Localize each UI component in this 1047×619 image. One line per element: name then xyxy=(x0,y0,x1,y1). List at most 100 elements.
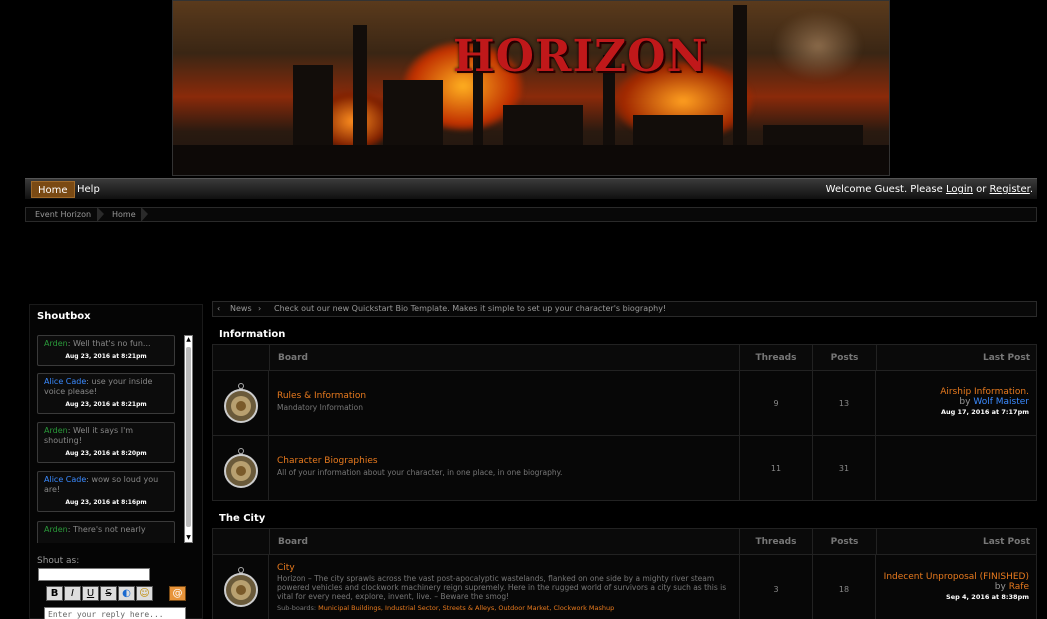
underline-button[interactable]: U xyxy=(82,586,99,601)
shout-author[interactable]: Arden xyxy=(44,426,68,435)
last-post: Indecent Unproposal (FINISHED) by Rafe S… xyxy=(884,572,1029,601)
shout-name-input[interactable] xyxy=(38,568,150,581)
pocket-watch-icon xyxy=(224,383,258,423)
shout-item: Arden: Well that's no fun... Aug 23, 201… xyxy=(37,335,175,366)
shout-list: Arden: Well that's no fun... Aug 23, 201… xyxy=(36,333,186,543)
emoticon-icon[interactable]: ☺ xyxy=(136,586,153,601)
news-prev-icon[interactable]: ‹ xyxy=(217,302,220,316)
strikethrough-button[interactable]: S xyxy=(100,586,117,601)
board-description: Mandatory Information xyxy=(277,403,364,412)
login-link[interactable]: Login xyxy=(946,184,973,195)
post-count: 31 xyxy=(812,436,876,501)
scrollbar-thumb[interactable] xyxy=(186,347,191,527)
shoutbox-title: Shoutbox xyxy=(37,311,91,322)
sub-boards-label: Sub-boards: xyxy=(277,604,317,612)
shout-reply-input[interactable]: Enter your reply here... xyxy=(44,607,186,619)
board-row: City Horizon – The city sprawls across t… xyxy=(213,555,1036,619)
header-banner: HORIZON xyxy=(172,0,890,176)
header-last-post: Last Post xyxy=(876,529,1036,555)
post-count: 13 xyxy=(812,371,876,435)
board-icon-cell xyxy=(213,555,269,619)
pocket-watch-icon xyxy=(224,448,258,488)
board-icon-cell xyxy=(213,371,269,435)
last-post-title[interactable]: Airship Information. xyxy=(940,387,1029,397)
thread-count: 3 xyxy=(739,555,812,619)
header-threads: Threads xyxy=(739,345,812,371)
breadcrumb-home[interactable]: Home xyxy=(112,208,136,221)
shout-author[interactable]: Alice Cade xyxy=(44,475,86,484)
shout-as-label: Shout as: xyxy=(37,556,80,566)
news-label: News xyxy=(230,304,252,313)
main-nav: Home Help Welcome Guest. Please Login or… xyxy=(25,178,1037,199)
last-post-by: by xyxy=(959,397,971,407)
header-board: Board xyxy=(269,529,739,555)
board-row: Rules & Information Mandatory Informatio… xyxy=(213,371,1036,436)
shout-time: Aug 23, 2016 at 8:21pm xyxy=(65,401,147,408)
last-post-user[interactable]: Rafe xyxy=(1009,582,1029,592)
news-text[interactable]: Check out our new Quickstart Bio Templat… xyxy=(274,302,666,316)
news-next-icon[interactable]: › xyxy=(258,302,261,316)
shout-time: Aug 23, 2016 at 8:21pm xyxy=(65,353,147,360)
sub-board-links[interactable]: Municipal Buildings, Industrial Sector, … xyxy=(318,604,614,612)
shout-text: : Well that's no fun... xyxy=(67,339,151,348)
nav-home-tab[interactable]: Home xyxy=(31,181,75,198)
header-last-post: Last Post xyxy=(876,345,1036,371)
last-post-by: by xyxy=(994,582,1006,592)
header-board: Board xyxy=(269,345,739,371)
board-icon-cell xyxy=(213,436,269,501)
board-link-character-biographies[interactable]: Character Biographies xyxy=(277,456,378,466)
bold-button[interactable]: B xyxy=(46,586,63,601)
news-ticker: ‹ News › Check out our new Quickstart Bi… xyxy=(212,301,1037,317)
category-table-the-city: Board Threads Posts Last Post City Horiz… xyxy=(212,528,1037,619)
sub-boards: Sub-boards: Municipal Buildings, Industr… xyxy=(277,604,614,612)
breadcrumb-separator xyxy=(97,207,107,222)
color-picker-icon[interactable]: ◐ xyxy=(118,586,135,601)
header-posts: Posts xyxy=(812,345,876,371)
shout-time: Aug 23, 2016 at 8:16pm xyxy=(65,499,147,506)
header-posts: Posts xyxy=(812,529,876,555)
site-logo[interactable]: HORIZON xyxy=(453,31,708,82)
italic-button[interactable]: I xyxy=(64,586,81,601)
breadcrumb-separator xyxy=(141,207,151,222)
nav-help-tab[interactable]: Help xyxy=(71,181,106,198)
welcome-or: or xyxy=(976,184,987,195)
board-description: All of your information about your chara… xyxy=(277,468,563,477)
register-link[interactable]: Register xyxy=(990,184,1030,195)
thread-count: 9 xyxy=(739,371,812,435)
mention-button[interactable]: @ xyxy=(169,586,186,601)
scroll-up-icon[interactable]: ▲ xyxy=(186,337,191,343)
last-post: Airship Information. by Wolf Maister Aug… xyxy=(940,387,1029,416)
format-toolbar: B I U S ◐ ☺ xyxy=(46,586,153,601)
shout-item: Arden: There's not nearly xyxy=(37,521,175,543)
last-post-title[interactable]: Indecent Unproposal (FINISHED) xyxy=(884,572,1029,582)
welcome-message: Welcome Guest. Please Login or Register. xyxy=(826,181,1033,198)
breadcrumb: Event Horizon Home xyxy=(25,207,1037,222)
shout-item: Alice Cade: use your inside voice please… xyxy=(37,373,175,414)
last-post-user[interactable]: Wolf Maister xyxy=(973,397,1029,407)
pocket-watch-icon xyxy=(224,567,258,607)
category-table-information: Board Threads Posts Last Post Rules & In… xyxy=(212,344,1037,501)
shout-author[interactable]: Arden xyxy=(44,525,68,534)
shout-author[interactable]: Alice Cade xyxy=(44,377,86,386)
table-header: Board Threads Posts Last Post xyxy=(213,529,1036,555)
shout-text: : There's not nearly xyxy=(67,525,146,534)
board-link-city[interactable]: City xyxy=(277,563,295,573)
shout-time: Aug 23, 2016 at 8:20pm xyxy=(65,450,147,457)
board-description: Horizon – The city sprawls across the va… xyxy=(277,574,727,601)
board-row: Character Biographies All of your inform… xyxy=(213,436,1036,501)
shout-item: Arden: Well it says I'm shouting! Aug 23… xyxy=(37,422,175,463)
thread-count: 11 xyxy=(739,436,812,501)
scroll-down-icon[interactable]: ▼ xyxy=(186,535,191,541)
table-header: Board Threads Posts Last Post xyxy=(213,345,1036,371)
breadcrumb-event-horizon[interactable]: Event Horizon xyxy=(35,208,91,221)
shoutbox-scrollbar[interactable]: ▲ ▼ xyxy=(184,335,193,543)
category-title-the-city[interactable]: The City xyxy=(219,513,265,524)
board-link-rules[interactable]: Rules & Information xyxy=(277,391,366,401)
header-threads: Threads xyxy=(739,529,812,555)
shoutbox: Shoutbox Arden: Well that's no fun... Au… xyxy=(29,304,203,619)
shout-item: Alice Cade: wow so loud you are! Aug 23,… xyxy=(37,471,175,512)
shout-author[interactable]: Arden xyxy=(44,339,68,348)
last-post-date: Sep 4, 2016 at 8:38pm xyxy=(946,593,1029,601)
category-title-information[interactable]: Information xyxy=(219,329,285,340)
welcome-period: . xyxy=(1029,184,1033,195)
